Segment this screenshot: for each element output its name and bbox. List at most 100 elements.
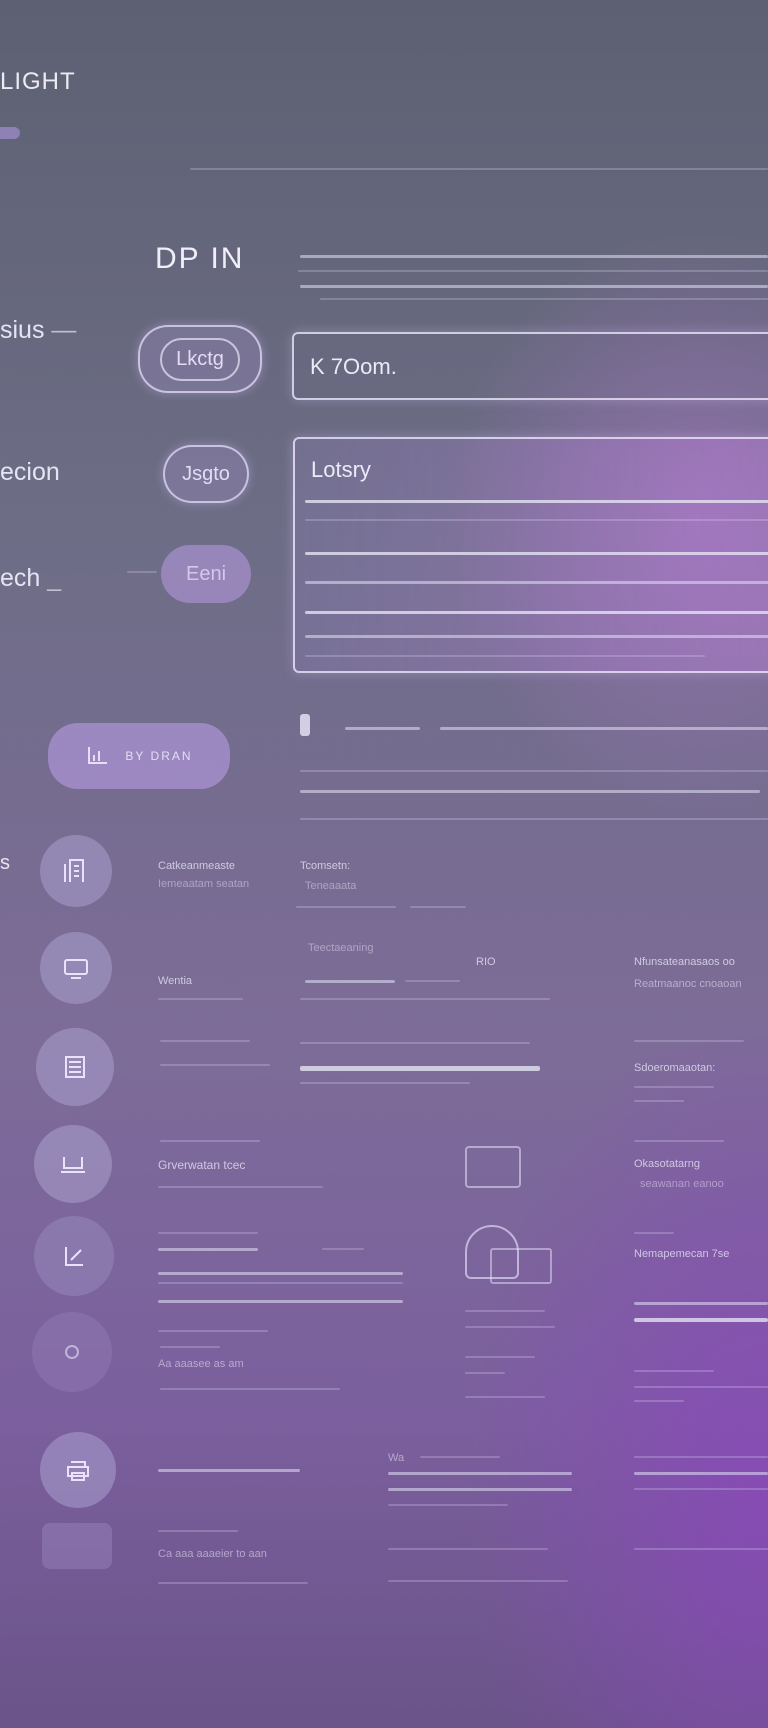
textarea-label: Lotsry <box>311 457 371 482</box>
text-input[interactable]: K 7Oom. <box>292 332 768 400</box>
header-indicator <box>0 127 20 139</box>
keyboard-icon-button[interactable] <box>42 1523 112 1569</box>
slider-track-1 <box>345 727 420 730</box>
heading-rule-2 <box>298 270 768 272</box>
action-button[interactable]: BY DRAN <box>48 723 230 789</box>
row7-mid-line-4 <box>388 1488 572 1491</box>
document-icon-button[interactable] <box>36 1028 114 1106</box>
row3-left-line <box>160 1040 250 1042</box>
row8-mid-line <box>388 1548 548 1550</box>
row7-mid-line-2 <box>420 1456 500 1458</box>
row2-left-title: Wentia <box>158 975 193 987</box>
row5-left-line-2 <box>158 1248 258 1251</box>
row8-left-line <box>158 1530 238 1532</box>
pill-button-3[interactable]: Eeni <box>161 545 251 603</box>
row7-right-line-2 <box>634 1472 768 1475</box>
row8-left-title: Ca aaa aaaeier to aan <box>158 1548 267 1560</box>
textarea-line-5 <box>305 611 768 614</box>
row7-mid-line-3 <box>388 1472 572 1475</box>
edit-icon-button[interactable] <box>34 1216 114 1296</box>
row8-left-line-2 <box>158 1582 308 1584</box>
row1-line-2 <box>410 906 466 908</box>
row2-mid-title: Teectaeaning <box>308 942 374 954</box>
row5-left-line-5 <box>158 1282 403 1284</box>
heading-rule-3 <box>300 285 768 288</box>
row6-right-line-3 <box>634 1386 768 1388</box>
printer-icon-button[interactable] <box>40 1432 116 1508</box>
row5-left-line-6 <box>158 1300 403 1303</box>
textarea-line-1 <box>305 500 768 503</box>
row6-right-line-2 <box>634 1370 714 1372</box>
row7-right-line <box>634 1456 768 1458</box>
row7-mid-line <box>465 1396 545 1398</box>
divider-line-2 <box>300 790 760 793</box>
row7-right-line-3 <box>634 1488 768 1490</box>
row5-right-line <box>634 1232 674 1234</box>
slider-handle[interactable] <box>300 714 310 736</box>
row4-right-sub: seawanan eanoo <box>640 1178 724 1190</box>
row3-left-line-2 <box>160 1064 270 1066</box>
row2-left-line <box>158 998 243 1000</box>
row3-right-line-3 <box>634 1100 684 1102</box>
monitor-icon <box>64 959 88 979</box>
row6-mid-line-4 <box>465 1372 505 1374</box>
row4-right-line <box>634 1140 724 1142</box>
divider-line-1 <box>300 770 768 772</box>
pill-button-1[interactable]: Lkctg <box>138 325 262 393</box>
row3-mid-line-2 <box>300 1082 470 1084</box>
header-divider <box>190 168 768 170</box>
row1-left-title: Catkeanmeaste <box>158 860 236 872</box>
text-input-value: K 7Oom. <box>310 354 397 379</box>
building-icon-button[interactable] <box>40 835 112 907</box>
row1-mid-sub: Teneaaata <box>305 880 357 892</box>
divider-line-3 <box>300 818 768 820</box>
row5-left-line-3 <box>322 1248 364 1250</box>
laptop-icon-button[interactable] <box>34 1125 112 1203</box>
row6-right-bar <box>634 1318 768 1322</box>
row8-mid-line-2 <box>388 1580 568 1582</box>
row4-right-title: Okasotatarng <box>634 1158 701 1170</box>
row6-left-title: Aa aaasee as am <box>158 1358 244 1370</box>
row7-left-line <box>158 1469 300 1472</box>
building-icon <box>64 859 84 882</box>
row3-right-line-2 <box>634 1086 714 1088</box>
laptop-icon <box>61 1157 85 1173</box>
window-icon <box>465 1146 521 1188</box>
pill-button-1-label: Lkctg <box>160 337 240 381</box>
row3-mid-line <box>300 1042 530 1044</box>
row3-mid-bar <box>300 1066 540 1071</box>
pill-button-2[interactable]: Jsgto <box>163 445 249 503</box>
sidebar-label-3: ech _ <box>0 564 62 592</box>
row6-left-line <box>158 1330 268 1332</box>
section-heading: DP IN <box>155 242 245 275</box>
textarea-line-7 <box>305 655 705 657</box>
heading-rule-4 <box>320 298 768 300</box>
connector-line <box>127 571 157 573</box>
printer-icon <box>67 1461 89 1481</box>
textarea-field[interactable]: Lotsry <box>293 437 768 673</box>
row7-mid-title: Wa <box>388 1452 405 1464</box>
heading-rule <box>300 255 768 258</box>
row7-mid-line-5 <box>388 1504 508 1506</box>
chart-icon <box>88 747 108 764</box>
row3-right-line <box>634 1040 744 1042</box>
row6-left-line-2 <box>160 1346 220 1348</box>
row8-right-line <box>634 1548 768 1550</box>
row1-left-sub: Iemeaatam seatan <box>158 878 250 890</box>
action-button-label: BY DRAN <box>125 749 193 763</box>
row6-mid-line <box>465 1310 545 1312</box>
settings-icon-button[interactable] <box>32 1312 112 1392</box>
textarea-line-4 <box>305 581 768 584</box>
sidebar-label-4: s <box>0 852 10 874</box>
row6-right-line-4 <box>634 1400 684 1402</box>
row2-right-title: Nfunsateanasaos oo <box>634 956 735 968</box>
row5-left-line <box>158 1232 258 1234</box>
row5-right-title: Nemapemecan 7se <box>634 1248 730 1260</box>
document-icon <box>65 1056 85 1078</box>
row2-mid-line-2 <box>405 980 460 982</box>
app-title: LIGHT <box>0 68 76 95</box>
row6-mid-line-2 <box>465 1326 555 1328</box>
row4-left-title: Grverwatan tcec <box>158 1158 246 1172</box>
monitor-icon-button[interactable] <box>40 932 112 1004</box>
row2-right-sub: Reatmaanoc cnoaoan <box>634 978 742 990</box>
